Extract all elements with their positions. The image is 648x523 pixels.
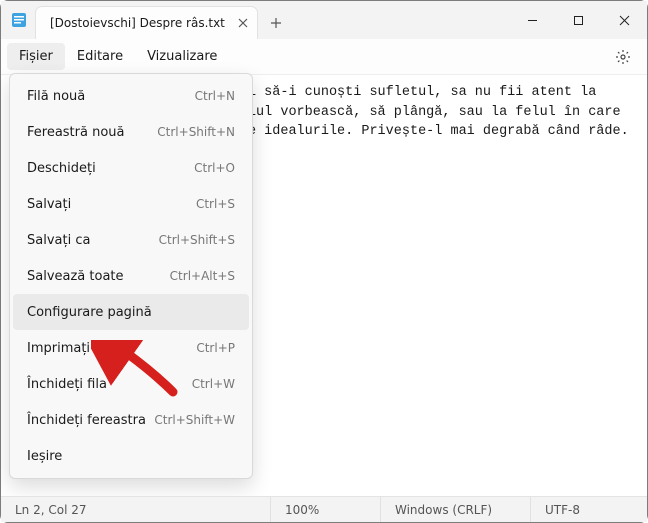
status-position: Ln 2, Col 27 (1, 497, 271, 522)
status-zoom[interactable]: 100% (271, 497, 381, 522)
menu-item-print[interactable]: ImprimațiCtrl+P (13, 330, 249, 366)
close-window-button[interactable] (601, 1, 647, 39)
menu-item-close-window[interactable]: Închideți fereastraCtrl+Shift+W (13, 402, 249, 438)
menu-file[interactable]: Fișier (7, 43, 65, 70)
menu-item-save-as[interactable]: Salvați caCtrl+Shift+S (13, 222, 249, 258)
maximize-button[interactable] (555, 1, 601, 39)
status-encoding: UTF-8 (531, 497, 647, 522)
close-tab-button[interactable] (237, 17, 249, 29)
new-tab-button[interactable] (262, 6, 290, 39)
status-line-ending: Windows (CRLF) (381, 497, 531, 522)
menu-item-open[interactable]: DeschidețiCtrl+O (13, 150, 249, 186)
menu-item-close-tab[interactable]: Închideți filaCtrl+W (13, 366, 249, 402)
menu-item-new-window[interactable]: Fereastră nouăCtrl+Shift+N (13, 114, 249, 150)
menu-item-save-all[interactable]: Salvează toateCtrl+Alt+S (13, 258, 249, 294)
menu-item-new-tab[interactable]: Filă nouăCtrl+N (13, 78, 249, 114)
menu-edit[interactable]: Editare (65, 43, 135, 70)
statusbar: Ln 2, Col 27 100% Windows (CRLF) UTF-8 (1, 496, 647, 522)
active-tab[interactable]: [Dostoievschi] Despre râs.txt (35, 6, 258, 39)
tab-title: [Dostoievschi] Despre râs.txt (50, 16, 225, 30)
menu-item-exit[interactable]: Ieșire (13, 438, 249, 474)
titlebar: [Dostoievschi] Despre râs.txt (1, 1, 647, 39)
minimize-button[interactable] (509, 1, 555, 39)
file-menu-dropdown: Filă nouăCtrl+N Fereastră nouăCtrl+Shift… (9, 73, 253, 479)
menu-item-page-setup[interactable]: Configurare pagină (13, 294, 249, 330)
menubar: Fișier Editare Vizualizare (1, 39, 647, 75)
menu-view[interactable]: Vizualizare (135, 43, 229, 70)
notepad-app-icon (11, 12, 27, 28)
settings-button[interactable] (605, 43, 641, 71)
menu-item-save[interactable]: SalvațiCtrl+S (13, 186, 249, 222)
